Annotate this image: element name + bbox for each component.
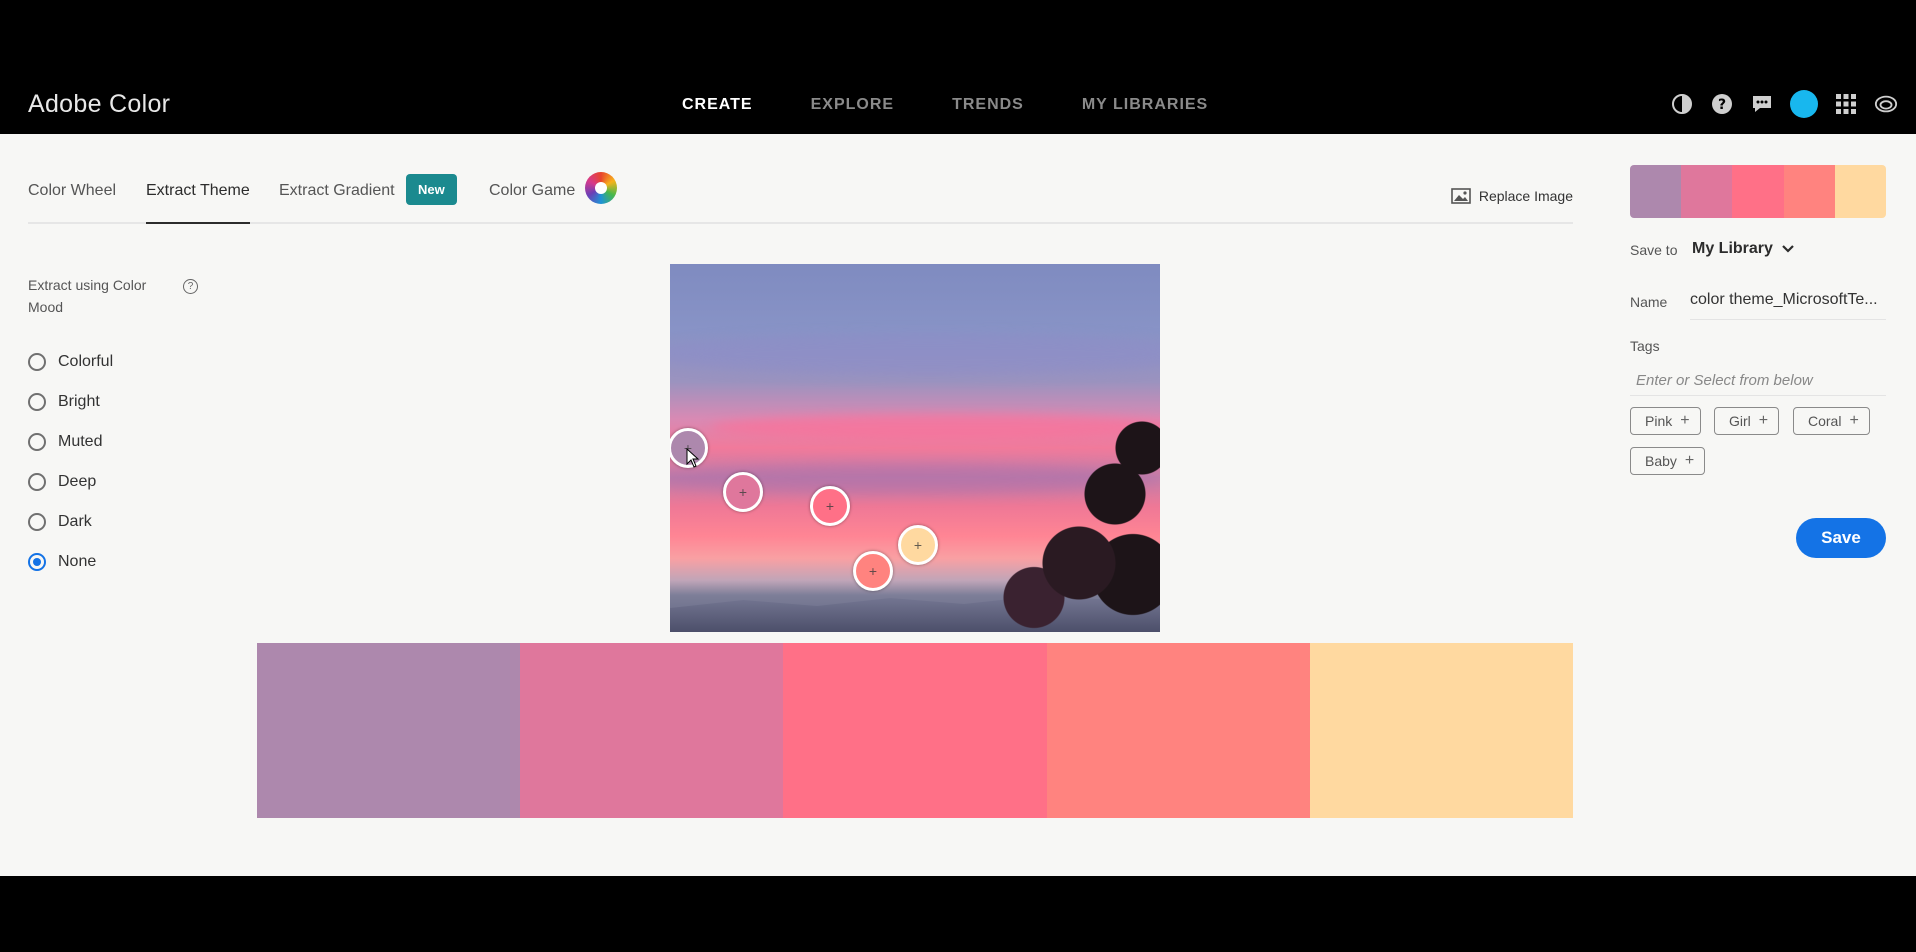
avatar[interactable]: [1790, 90, 1818, 118]
creative-cloud-icon[interactable]: [1874, 92, 1898, 116]
mood-label: Muted: [58, 433, 103, 450]
image-icon: [1451, 188, 1471, 204]
mood-option-bright[interactable]: Bright: [28, 382, 113, 422]
tag-girl[interactable]: Girl +: [1714, 407, 1780, 435]
nav-my-libraries[interactable]: MY LIBRARIES: [1082, 96, 1208, 114]
app-logo[interactable]: Adobe Color: [28, 90, 170, 119]
theme-name-field[interactable]: color theme_MicrosoftTe...: [1690, 291, 1886, 320]
help-icon[interactable]: ?: [1710, 92, 1734, 116]
main-nav: CREATE EXPLORE TRENDS MY LIBRARIES: [682, 96, 1266, 114]
tag-coral[interactable]: Coral +: [1793, 407, 1870, 435]
tab-color-game[interactable]: Color Game: [489, 182, 575, 224]
swatch-3[interactable]: [783, 643, 1047, 818]
nav-trends[interactable]: TRENDS: [952, 96, 1024, 114]
contrast-icon[interactable]: [1670, 92, 1694, 116]
mood-option-none[interactable]: None: [28, 542, 113, 582]
color-mood-title: Extract using Color Mood: [28, 277, 147, 315]
mood-label: None: [58, 553, 97, 570]
radio-icon[interactable]: [28, 353, 46, 371]
tag-pink[interactable]: Pink +: [1630, 407, 1701, 435]
replace-image-button[interactable]: Replace Image: [1451, 188, 1573, 204]
apps-grid-icon[interactable]: [1834, 92, 1858, 116]
tree-silhouette: [980, 402, 1160, 632]
plus-icon: +: [1849, 412, 1859, 429]
color-mood-options: Colorful Bright Muted Deep Dark None: [28, 342, 113, 582]
preview-swatch-5: [1834, 165, 1886, 218]
new-badge: New: [406, 174, 457, 205]
nav-create[interactable]: CREATE: [682, 96, 753, 114]
svg-text:?: ?: [1718, 97, 1726, 113]
swatch-5[interactable]: [1309, 643, 1574, 818]
main-area: Color Wheel Extract Theme Extract Gradie…: [0, 134, 1916, 876]
plus-icon: +: [1758, 412, 1769, 429]
mood-label: Deep: [58, 473, 97, 490]
plus-icon: +: [1684, 452, 1695, 469]
save-to-label: Save to: [1630, 242, 1678, 258]
mood-option-muted[interactable]: Muted: [28, 422, 113, 462]
tab-extract-theme[interactable]: Extract Theme: [146, 182, 250, 224]
top-bar: Adobe Color CREATE EXPLORE TRENDS MY LIB…: [0, 0, 1916, 134]
replace-image-label: Replace Image: [1478, 188, 1573, 204]
mood-help-icon[interactable]: ?: [183, 279, 198, 294]
library-name: My Library: [1692, 240, 1773, 257]
tags-label: Tags: [1630, 338, 1660, 354]
mood-option-dark[interactable]: Dark: [28, 502, 113, 542]
cloud-band: [670, 334, 1160, 374]
preview-swatch-1: [1630, 165, 1682, 218]
preview-swatch-4: [1783, 165, 1835, 218]
theme-swatches: [257, 643, 1574, 818]
tag-label: Girl: [1729, 413, 1751, 429]
radio-icon[interactable]: [28, 433, 46, 451]
theme-preview: [1630, 165, 1886, 218]
radio-selected-icon[interactable]: [28, 553, 46, 571]
chevron-down-icon: [1782, 245, 1794, 253]
mood-option-colorful[interactable]: Colorful: [28, 342, 113, 382]
feedback-icon[interactable]: [1750, 92, 1774, 116]
color-picker-4[interactable]: +: [853, 551, 893, 591]
radio-icon[interactable]: [28, 393, 46, 411]
preview-swatch-3: [1732, 165, 1784, 218]
source-image[interactable]: + + + + +: [670, 264, 1160, 632]
mood-label: Bright: [58, 393, 100, 410]
tags-input[interactable]: [1630, 366, 1886, 396]
tag-label: Coral: [1808, 413, 1842, 429]
mode-tabs: Color Wheel Extract Theme Extract Gradie…: [28, 172, 1573, 224]
mood-label: Dark: [58, 513, 92, 530]
color-picker-5[interactable]: +: [898, 525, 938, 565]
library-dropdown[interactable]: My Library: [1692, 240, 1795, 258]
radio-icon[interactable]: [28, 473, 46, 491]
save-button[interactable]: Save: [1796, 518, 1886, 558]
tag-baby[interactable]: Baby +: [1630, 447, 1706, 475]
mood-label: Colorful: [58, 353, 114, 370]
swatch-2[interactable]: [520, 643, 784, 818]
cursor-icon: [686, 448, 700, 468]
tag-label: Pink: [1645, 413, 1673, 429]
tag-label: Baby: [1645, 453, 1677, 469]
swatch-1[interactable]: [257, 643, 521, 818]
color-game-icon[interactable]: [585, 172, 617, 204]
mood-option-deep[interactable]: Deep: [28, 462, 113, 502]
nav-explore[interactable]: EXPLORE: [811, 96, 894, 114]
tab-color-wheel[interactable]: Color Wheel: [28, 182, 116, 224]
swatch-4[interactable]: [1046, 643, 1310, 818]
name-label: Name: [1630, 294, 1668, 310]
tab-extract-gradient[interactable]: Extract Gradient: [279, 182, 395, 224]
color-picker-3[interactable]: +: [810, 486, 850, 526]
plus-icon: +: [1680, 412, 1690, 429]
color-picker-2[interactable]: +: [723, 472, 763, 512]
radio-icon[interactable]: [28, 513, 46, 531]
preview-swatch-2: [1681, 165, 1733, 218]
top-icons: ?: [1670, 90, 1898, 118]
